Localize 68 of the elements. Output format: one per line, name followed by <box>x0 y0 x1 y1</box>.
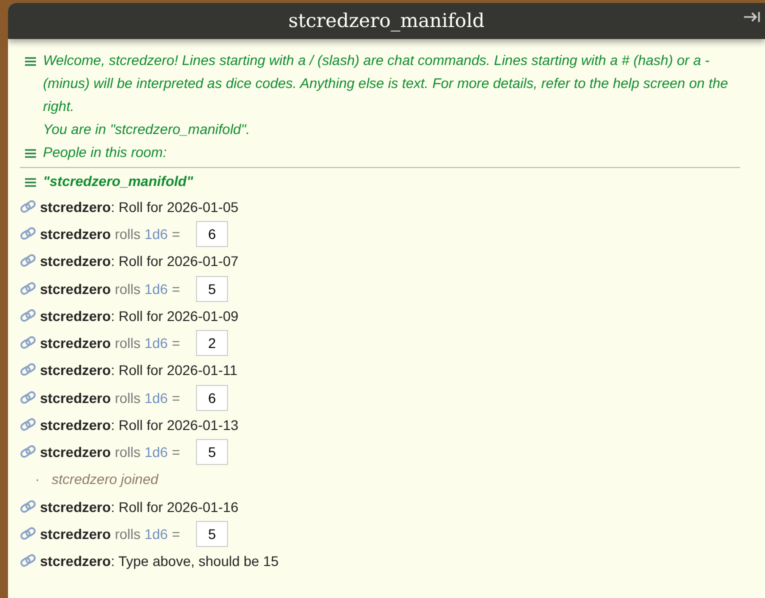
list-icon <box>25 178 36 187</box>
message-text: : Roll for 2026-01-13 <box>110 417 238 434</box>
link-icon[interactable] <box>20 200 36 214</box>
roll-result: 5 <box>196 439 228 466</box>
message-text: : Roll for 2026-01-16 <box>110 498 238 515</box>
username: stcredzero <box>40 444 111 460</box>
system-message: People in this room: <box>43 143 168 162</box>
roll-verb: rolls <box>114 526 140 542</box>
join-notice: stcredzero joined <box>52 471 158 488</box>
roll-verb: rolls <box>114 390 140 406</box>
link-icon[interactable] <box>20 226 36 241</box>
link-icon[interactable] <box>20 526 36 541</box>
link-icon[interactable] <box>20 363 36 378</box>
link-icon[interactable] <box>20 554 36 568</box>
username: stcredzero <box>40 526 111 542</box>
collapse-icon[interactable] <box>743 11 761 23</box>
link-icon[interactable] <box>20 390 36 405</box>
system-message: Welcome, stcredzero! Lines starting with a / (slash) are chat commands. Lines starting with a # (hash) or a - (minus) will be interpreted as dice codes. Anything else is text. For more details, refer to the help screen on the right. <box>43 51 730 116</box>
link-icon[interactable] <box>20 418 36 432</box>
username: stcredzero <box>40 417 111 434</box>
list-icon <box>25 57 36 66</box>
link-icon[interactable] <box>20 445 36 460</box>
username: stcredzero <box>40 390 111 406</box>
equals-sign: = <box>172 526 180 542</box>
link-icon[interactable] <box>20 254 36 268</box>
system-message: "stcredzero_manifold" <box>43 172 194 191</box>
link-icon[interactable] <box>20 282 36 296</box>
username: stcredzero <box>40 253 111 270</box>
system-message: You are in "stcredzero_manifold". <box>43 120 251 139</box>
message-text: : Type above, should be 15 <box>110 553 279 570</box>
equals-sign: = <box>172 280 180 297</box>
roll-verb: rolls <box>114 226 140 242</box>
equals-sign: = <box>172 335 180 352</box>
username: stcredzero <box>40 553 111 570</box>
message-text: : Roll for 2026-01-11 <box>110 362 238 378</box>
message-text: : Roll for 2026-01-05 <box>110 198 238 215</box>
roll-verb: rolls <box>114 280 140 297</box>
window-title: stcredzero_manifold <box>288 10 485 32</box>
roll-result: 5 <box>196 276 228 302</box>
equals-sign: = <box>172 226 180 242</box>
dice-code: 1d6 <box>144 390 168 406</box>
username: stcredzero <box>40 498 111 515</box>
roll-result: 6 <box>196 384 228 411</box>
equals-sign: = <box>172 444 180 460</box>
username: stcredzero <box>40 280 111 297</box>
list-icon <box>25 149 36 158</box>
roll-result: 5 <box>196 520 228 547</box>
dice-code: 1d6 <box>144 335 168 352</box>
roll-result: 6 <box>196 220 228 247</box>
username: stcredzero <box>40 198 111 215</box>
dice-code: 1d6 <box>144 444 168 460</box>
roll-verb: rolls <box>114 335 140 352</box>
equals-sign: = <box>172 390 180 406</box>
username: stcredzero <box>40 308 111 324</box>
link-icon[interactable] <box>20 500 36 514</box>
dice-code: 1d6 <box>144 280 168 297</box>
bullet: · <box>35 471 40 488</box>
roll-verb: rolls <box>114 444 140 460</box>
message-text: : Roll for 2026-01-07 <box>110 253 238 270</box>
link-icon[interactable] <box>20 308 36 323</box>
roll-result: 2 <box>196 330 228 356</box>
link-icon[interactable] <box>20 336 36 350</box>
username: stcredzero <box>40 362 111 378</box>
dice-code: 1d6 <box>144 226 168 242</box>
username: stcredzero <box>40 226 111 242</box>
dice-code: 1d6 <box>144 526 168 542</box>
username: stcredzero <box>40 335 111 352</box>
message-text: : Roll for 2026-01-09 <box>110 308 238 324</box>
